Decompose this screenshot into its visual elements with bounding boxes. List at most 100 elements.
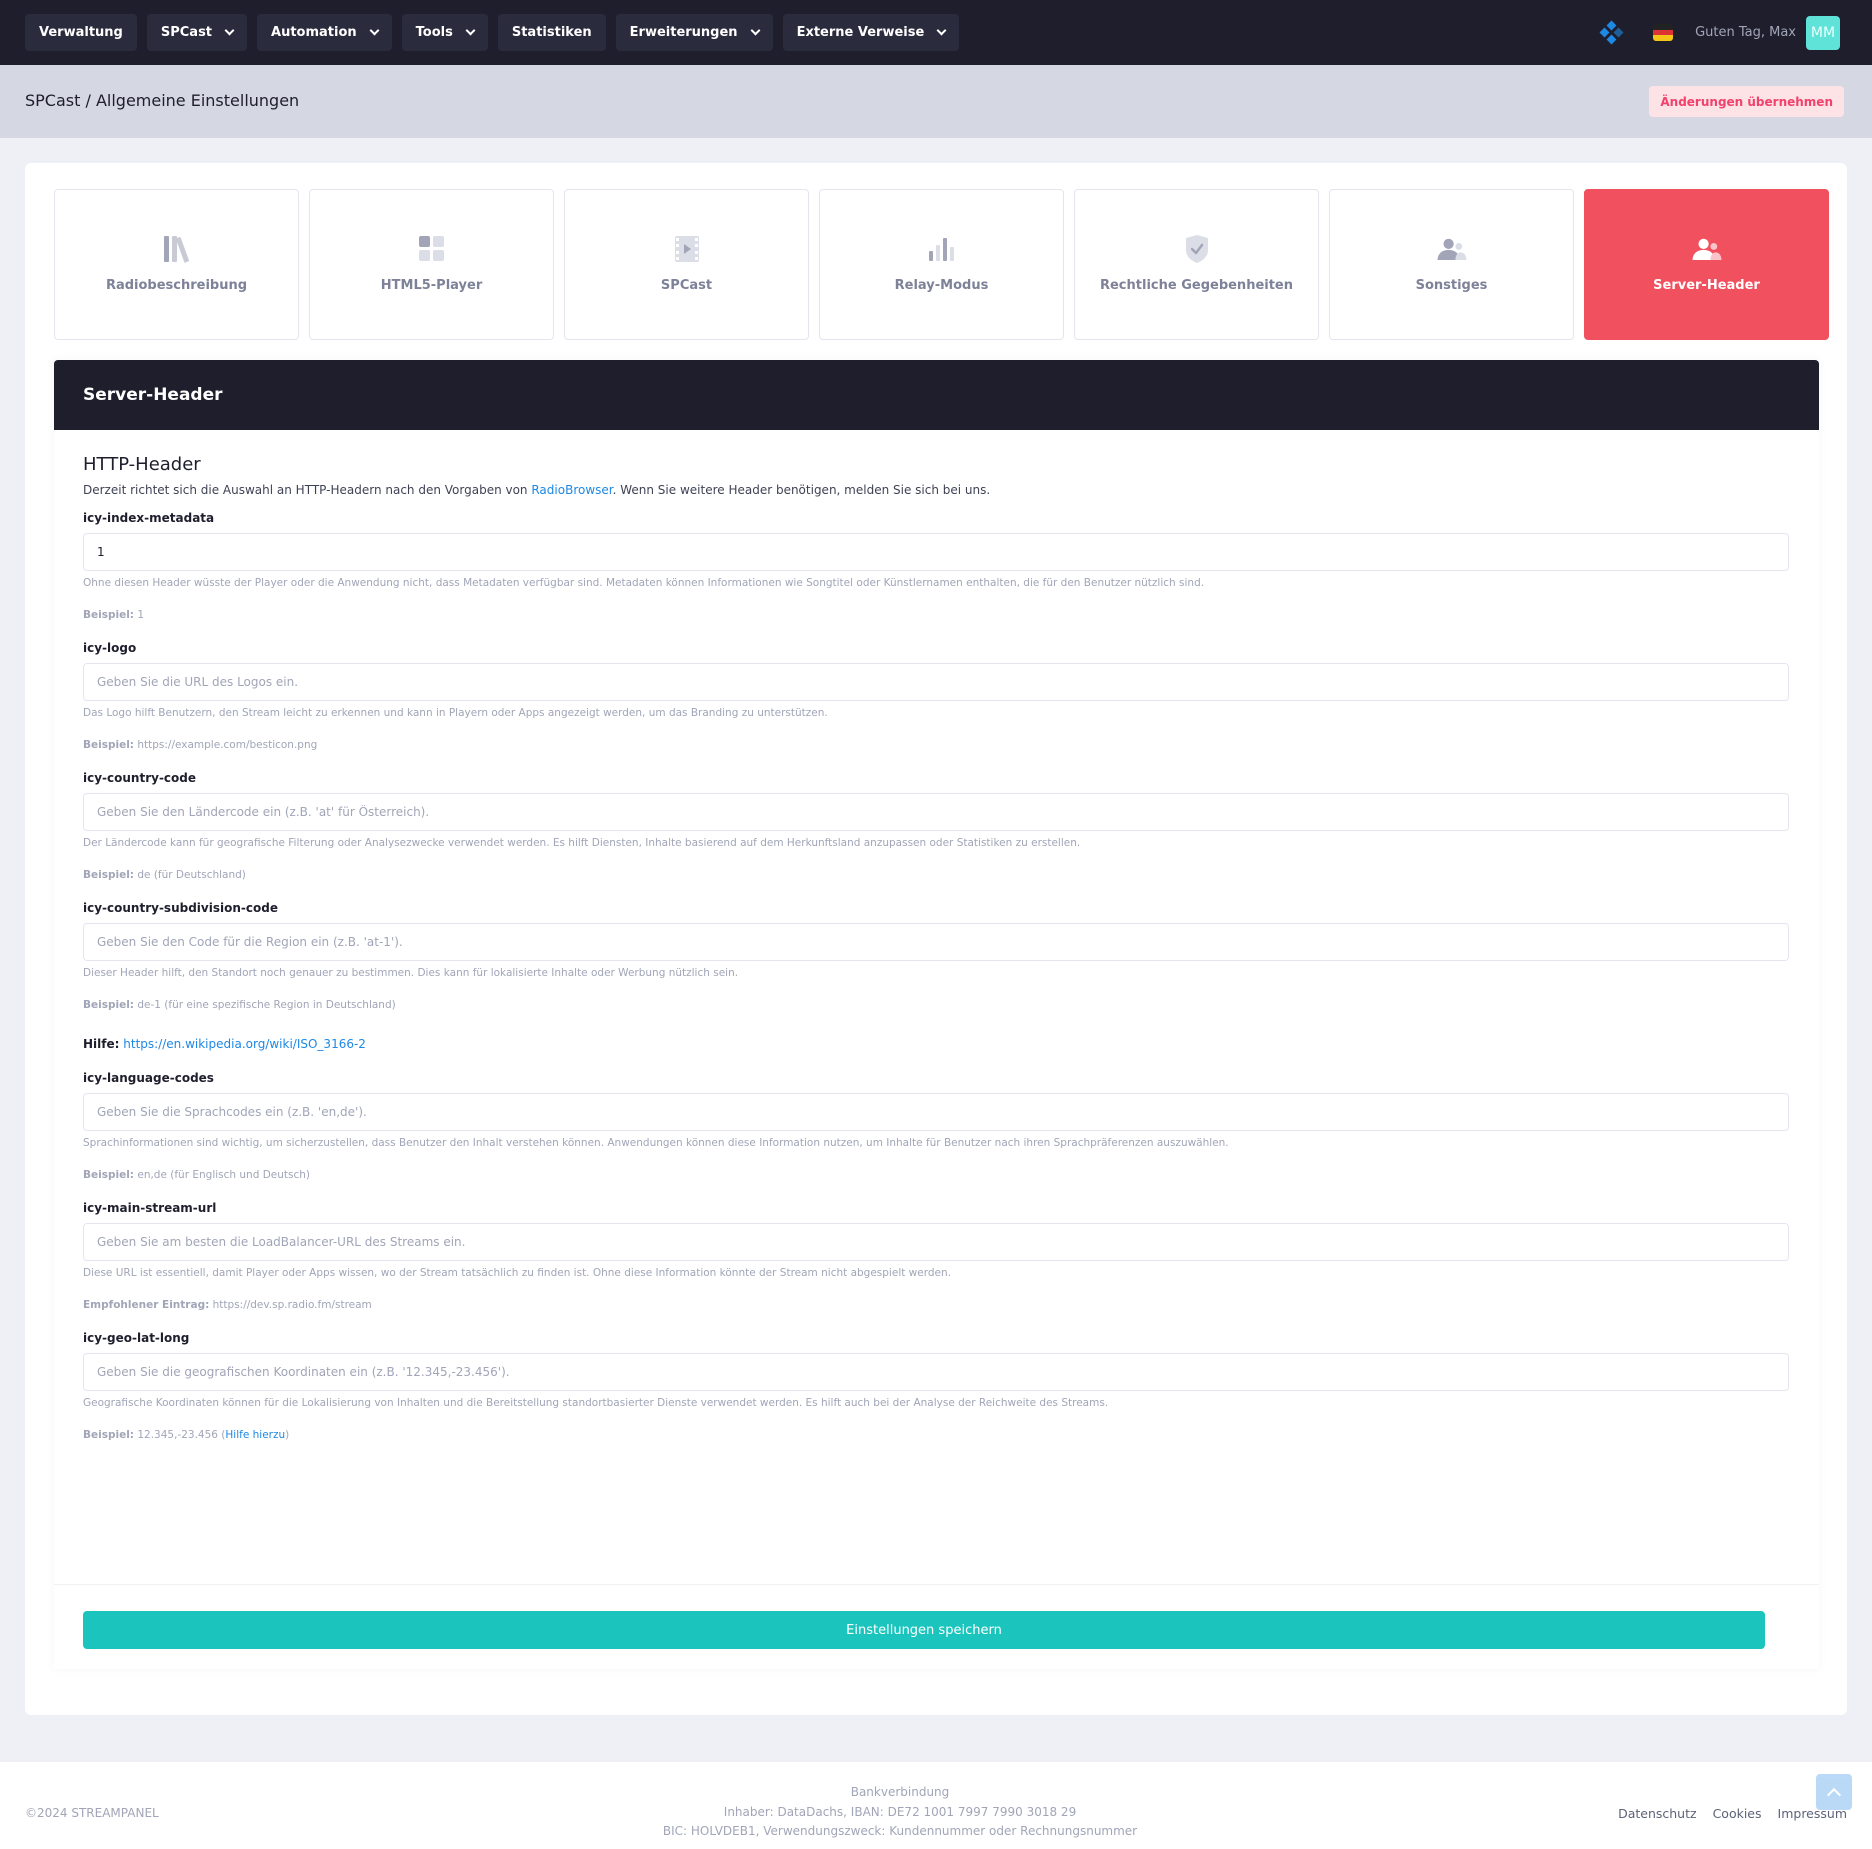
nav-item-tools[interactable]: Tools (401, 14, 488, 51)
field-icy-language-codes: icy-language-codes Sprachinformationen s… (83, 1071, 1790, 1181)
users-icon (1435, 232, 1469, 266)
icy-main-stream-url-input[interactable] (83, 1223, 1789, 1261)
field-label: icy-country-subdivision-code (83, 901, 278, 915)
icy-country-code-input[interactable] (83, 793, 1789, 831)
nav-item-statistiken[interactable]: Statistiken (497, 14, 606, 51)
field-help: Diese URL ist essentiell, damit Player o… (83, 1267, 951, 1279)
field-example: Beispiel: en,de (für Englisch und Deutsc… (83, 1169, 1790, 1181)
de-flag-icon[interactable] (1653, 24, 1674, 41)
footer-link-cookies[interactable]: Cookies (1713, 1806, 1762, 1821)
example-label: Beispiel: (83, 1429, 135, 1441)
tab-spcast[interactable]: SPCast (564, 189, 809, 340)
footer-links: Datenschutz Cookies Impressum (1618, 1806, 1847, 1821)
example-value: 12.345,-23.456 ( (134, 1429, 226, 1441)
example-label: Empfohlener Eintrag: (83, 1299, 210, 1311)
nav-item-erweiterungen[interactable]: Erweiterungen (615, 14, 773, 51)
geo-help-link[interactable]: Hilfe hierzu (225, 1429, 285, 1441)
apps-icon[interactable] (1599, 20, 1624, 44)
nav-item-automation[interactable]: Automation (257, 14, 392, 51)
toolbar: SPCast / Allgemeine Einstellungen Änderu… (0, 65, 1872, 138)
nav-item-label: Verwaltung (39, 25, 123, 40)
settings-card: Radiobeschreibung HTML5-Player SPCast Re… (25, 163, 1847, 1715)
field-example: Beispiel: 12.345,-23.456 (Hilfe hierzu) (83, 1429, 1790, 1441)
radiobrowser-link[interactable]: RadioBrowser (531, 483, 612, 497)
chevron-down-icon (224, 25, 235, 36)
avatar[interactable]: MM (1806, 15, 1840, 50)
field-label: icy-index-metadata (83, 511, 215, 525)
panel-footer: Einstellungen speichern (54, 1584, 1819, 1669)
user-area: Guten Tag, Max MM (1599, 14, 1840, 51)
field-label: icy-country-code (83, 771, 197, 785)
bank-title: Bankverbindung (850, 1785, 950, 1799)
field-icy-country-subdivision-code: icy-country-subdivision-code Dieser Head… (83, 901, 1790, 1051)
breadcrumb: SPCast / Allgemeine Einstellungen (25, 91, 300, 110)
icy-logo-input[interactable] (83, 663, 1789, 701)
tab-sonstiges[interactable]: Sonstiges (1329, 189, 1574, 340)
tab-label: Sonstiges (1415, 278, 1488, 293)
icy-country-subdivision-code-input[interactable] (83, 923, 1789, 961)
field-icy-geo-lat-long: icy-geo-lat-long Geografische Koordinate… (83, 1331, 1790, 1441)
field-example: Empfohlener Eintrag: https://dev.sp.radi… (83, 1299, 1790, 1311)
desc-text: Derzeit richtet sich die Auswahl an HTTP… (83, 483, 532, 497)
field-help: Ohne diesen Header wüsste der Player ode… (83, 577, 1205, 589)
tab-server-header[interactable]: Server-Header (1584, 189, 1829, 340)
section-description: Derzeit richtet sich die Auswahl an HTTP… (83, 483, 1790, 497)
shield-check-icon (1180, 232, 1214, 266)
iso-3166-2-link[interactable]: https://en.wikipedia.org/wiki/ISO_3166-2 (123, 1037, 366, 1051)
chevron-down-icon (750, 25, 761, 36)
example-value: https://dev.sp.radio.fm/stream (209, 1299, 372, 1311)
nav-item-label: Automation (271, 25, 357, 40)
chevron-down-icon (936, 25, 947, 36)
chevron-down-icon (369, 25, 380, 36)
example-label: Beispiel: (83, 1169, 135, 1181)
chevron-down-icon (465, 25, 476, 36)
field-icy-logo: icy-logo Das Logo hilft Benutzern, den S… (83, 641, 1790, 751)
footer-link-datenschutz[interactable]: Datenschutz (1618, 1806, 1697, 1821)
save-settings-button[interactable]: Einstellungen speichern (83, 1611, 1765, 1649)
example-label: Beispiel: (83, 999, 135, 1011)
tab-rechtliche-gegebenheiten[interactable]: Rechtliche Gegebenheiten (1074, 189, 1319, 340)
settings-tabs: Radiobeschreibung HTML5-Player SPCast Re… (54, 189, 1829, 340)
bank-line: Inhaber: DataDachs, IBAN: DE72 1001 7997… (723, 1804, 1077, 1819)
panel-title: Server-Header (54, 360, 1819, 430)
nav-item-externe-verweise[interactable]: Externe Verweise (782, 14, 960, 51)
video-icon (670, 232, 704, 266)
tab-label: Rechtliche Gegebenheiten (1099, 278, 1294, 293)
example-label: Beispiel: (83, 609, 135, 621)
nav-item-verwaltung[interactable]: Verwaltung (25, 14, 137, 51)
tab-radiobeschreibung[interactable]: Radiobeschreibung (54, 189, 299, 340)
server-header-panel: Server-Header HTTP-Header Derzeit richte… (54, 360, 1819, 1669)
users-icon (1690, 232, 1724, 266)
nav-item-label: Erweiterungen (629, 25, 738, 40)
field-help: Dieser Header hilft, den Standort noch g… (83, 967, 739, 979)
page-footer: ©2024 STREAMPANEL Bankverbindung Inhaber… (0, 1762, 1872, 1849)
tab-label: SPCast (660, 278, 713, 293)
nav-item-spcast[interactable]: SPCast (146, 14, 248, 51)
tab-label: Relay-Modus (894, 278, 989, 293)
field-icy-country-code: icy-country-code Der Ländercode kann für… (83, 771, 1790, 881)
bar-chart-icon (925, 232, 959, 266)
field-icy-main-stream-url: icy-main-stream-url Diese URL ist essent… (83, 1201, 1790, 1311)
icy-geo-lat-long-input[interactable] (83, 1353, 1789, 1391)
field-example: Beispiel: 1 (83, 609, 1790, 621)
hilfe-label: Hilfe: (83, 1037, 120, 1051)
tab-label: Radiobeschreibung (105, 278, 248, 293)
example-value: en,de (für Englisch und Deutsch) (134, 1169, 311, 1181)
icy-language-codes-input[interactable] (83, 1093, 1789, 1131)
tab-html5-player[interactable]: HTML5-Player (309, 189, 554, 340)
top-navbar: Verwaltung SPCast Automation Tools Stati… (0, 0, 1872, 65)
bank-line: BIC: HOLVDEB1, Verwendungszweck: Kundenn… (662, 1824, 1138, 1838)
field-label: icy-main-stream-url (83, 1201, 217, 1215)
user-greeting: Guten Tag, Max (1695, 25, 1796, 40)
icy-index-metadata-input[interactable] (83, 533, 1789, 571)
example-value: de-1 (für eine spezifische Region in Deu… (134, 999, 396, 1011)
example-label: Beispiel: (83, 739, 135, 751)
example-value: https://example.com/besticon.png (134, 739, 318, 751)
apply-changes-button[interactable]: Änderungen übernehmen (1649, 86, 1844, 117)
scroll-top-button[interactable] (1816, 1774, 1852, 1810)
nav-item-label: Externe Verweise (796, 25, 925, 40)
bank-details: Bankverbindung Inhaber: DataDachs, IBAN:… (0, 1783, 1800, 1842)
tab-relay-modus[interactable]: Relay-Modus (819, 189, 1064, 340)
example-label: Beispiel: (83, 869, 135, 881)
field-example: Beispiel: de (für Deutschland) (83, 869, 1790, 881)
